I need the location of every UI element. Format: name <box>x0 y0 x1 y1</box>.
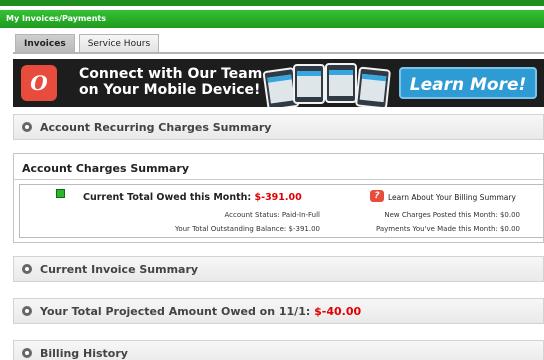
charges-summary-box: Current Total Owed this Month: $-391.00 … <box>19 184 544 238</box>
expand-icon <box>22 348 32 358</box>
expand-icon <box>22 306 32 316</box>
phone-icon <box>354 66 392 107</box>
status-square-icon <box>56 189 65 198</box>
phone-icon <box>293 64 325 104</box>
section-title: Your Total Projected Amount Owed on 11/1… <box>40 304 362 318</box>
tab-invoices[interactable]: Invoices <box>15 34 75 53</box>
top-accent-bar <box>0 0 544 6</box>
section-title: Current Invoice Summary <box>40 262 199 276</box>
phone-icon <box>325 63 357 103</box>
banner-headline: Connect with Our Team on Your Mobile Dev… <box>79 66 263 98</box>
mobile-app-banner[interactable]: O Connect with Our Team on Your Mobile D… <box>13 59 544 107</box>
payments-made: Payments You've Made this Month: $0.00 <box>375 225 520 233</box>
projected-amount: $-40.00 <box>314 304 362 318</box>
billing-info-icon[interactable]: ? <box>370 190 384 202</box>
billing-history-section[interactable]: Billing History <box>13 340 544 360</box>
tab-underline <box>13 52 544 54</box>
page-title: My Invoices/Payments <box>6 14 106 23</box>
section-title: Account Charges Summary <box>14 154 543 180</box>
expand-icon <box>22 264 32 274</box>
learn-more-button[interactable]: Learn More! <box>399 67 537 99</box>
projected-amount-section[interactable]: Your Total Projected Amount Owed on 11/1… <box>13 298 544 324</box>
outstanding-balance: Your Total Outstanding Balance: $-391.00 <box>174 225 320 233</box>
tab-service-hours[interactable]: Service Hours <box>78 34 160 53</box>
current-owed: Current Total Owed this Month: $-391.00 <box>83 192 302 203</box>
new-charges: New Charges Posted this Month: $0.00 <box>384 211 520 219</box>
expand-icon <box>22 122 32 132</box>
account-charges-panel: Account Charges Summary Current Total Ow… <box>13 153 544 243</box>
tab-bar: Invoices Service Hours <box>15 34 163 53</box>
page-title-bar: My Invoices/Payments <box>0 10 544 28</box>
app-logo-icon: O <box>21 65 57 101</box>
section-title: Account Recurring Charges Summary <box>40 120 272 134</box>
recurring-charges-section[interactable]: Account Recurring Charges Summary <box>13 114 544 140</box>
learn-billing-link[interactable]: Learn About Your Billing Summary <box>388 193 516 202</box>
section-title: Billing History <box>40 346 128 360</box>
account-status: Account Status: Paid-In-Full <box>224 211 320 219</box>
current-invoice-section[interactable]: Current Invoice Summary <box>13 256 544 282</box>
